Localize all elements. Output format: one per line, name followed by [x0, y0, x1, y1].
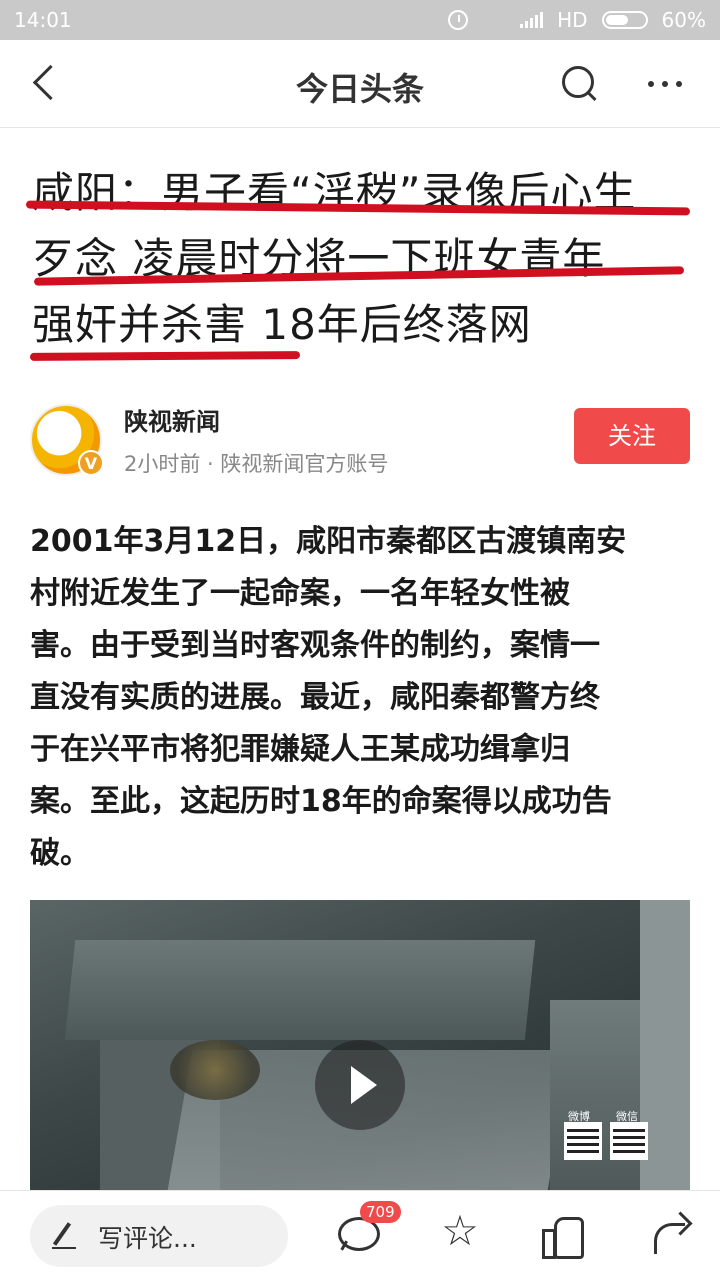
- network-label: HD: [557, 8, 588, 32]
- battery-icon: [601, 11, 648, 29]
- body-line: 直没有实质的进展。最近，咸阳秦都警方终: [30, 680, 600, 715]
- body-line: 害。由于受到当时客观条件的制约，案情一: [30, 628, 600, 663]
- video-scene: [170, 1040, 260, 1100]
- app-title: 今日头条: [295, 70, 424, 108]
- author-name[interactable]: 陕视新闻: [124, 402, 220, 437]
- battery-percent: 60%: [661, 8, 706, 32]
- author-row: V 陕视新闻 2小时前 · 陕视新闻官方账号 关注: [30, 398, 690, 478]
- pen-icon: [52, 1247, 76, 1249]
- qr-code-icon: [564, 1122, 602, 1160]
- follow-button[interactable]: 关注: [574, 408, 690, 464]
- status-time: 14:01: [14, 8, 72, 32]
- article-headline: 咸阳：男子看“淫秽”录像后心生 歹念 凌晨时分将一下班女青年 强奸并杀害 18年…: [32, 160, 692, 358]
- author-meta: 2小时前 · 陕视新闻官方账号: [124, 452, 389, 476]
- alarm-icon: [448, 10, 469, 30]
- body-line: 于在兴平市将犯罪嫌疑人王某成功缉拿归: [30, 732, 570, 767]
- share-icon[interactable]: [650, 1213, 694, 1257]
- author-avatar[interactable]: V: [30, 404, 104, 476]
- verified-badge: V: [78, 450, 104, 476]
- status-bar: 14:01 HD 60%: [0, 0, 720, 40]
- body-line: 破。: [30, 836, 90, 871]
- video-scene: [550, 1000, 650, 1190]
- star-icon[interactable]: ☆: [438, 1209, 482, 1253]
- signal-icon: [520, 12, 544, 28]
- more-dots-icon[interactable]: [648, 74, 692, 94]
- qr-code-icon: [610, 1122, 648, 1160]
- search-icon[interactable]: [560, 64, 598, 102]
- pen-icon: [52, 1222, 72, 1246]
- body-line: 村附近发生了一起命案，一名年轻女性被: [30, 576, 570, 611]
- bottom-action-bar: 写评论... 709 ☆: [0, 1190, 720, 1280]
- video-scene: [64, 940, 536, 1040]
- headline-line: 强奸并杀害 18年后终落网: [32, 300, 532, 349]
- comment-input[interactable]: 写评论...: [30, 1205, 288, 1267]
- comment-count-badge: 709: [360, 1201, 401, 1223]
- article-body: 2001年3月12日，咸阳市秦都区古渡镇南安 村附近发生了一起命案，一名年轻女性…: [30, 516, 694, 880]
- comment-placeholder: 写评论...: [98, 1224, 197, 1253]
- video-player[interactable]: 微博 微信: [30, 900, 690, 1190]
- status-icons: HD 60%: [448, 8, 706, 32]
- body-line: 案。至此，这起历时18年的命案得以成功告: [30, 784, 612, 819]
- top-nav-bar: 今日头条: [0, 40, 720, 128]
- wifi-icon: [482, 11, 506, 29]
- body-line: 2001年3月12日，咸阳市秦都区古渡镇南安: [30, 524, 627, 559]
- play-icon[interactable]: [315, 1040, 405, 1130]
- thumbs-up-icon[interactable]: [540, 1213, 584, 1259]
- red-underline-mark: [29, 351, 301, 361]
- headline-line: 咸阳：男子看“淫秽”录像后心生: [32, 168, 637, 217]
